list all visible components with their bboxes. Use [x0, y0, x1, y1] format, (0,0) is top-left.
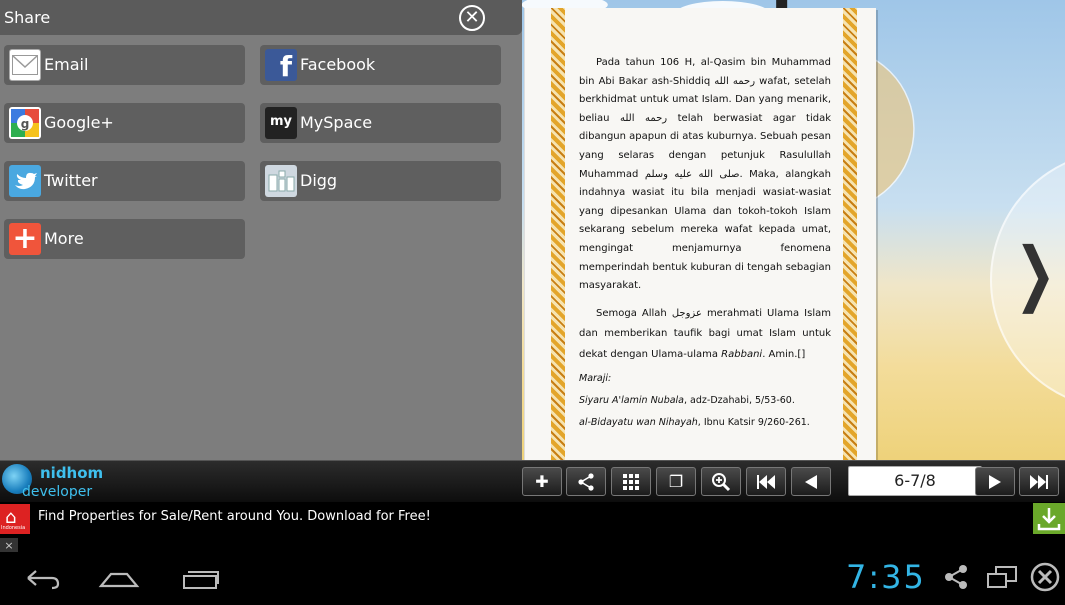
download-icon[interactable]: [1033, 503, 1065, 534]
share-google-plus-button[interactable]: g Google+: [4, 103, 245, 143]
share-title: Share: [4, 8, 51, 27]
first-page-button[interactable]: [746, 467, 786, 496]
brand-line-1: nidhom: [40, 464, 104, 482]
last-page-button[interactable]: [1019, 467, 1059, 496]
share-button[interactable]: [566, 467, 606, 496]
ad-banner[interactable]: ⌂ Indonesia Find Properties for Sale/Ren…: [0, 502, 1065, 554]
next-page-button[interactable]: [975, 467, 1015, 496]
share-icon: [578, 473, 594, 491]
svg-text:g: g: [21, 117, 30, 131]
zoom-in-icon: [712, 473, 731, 492]
chevron-right-icon: ❯: [1014, 232, 1056, 314]
share-myspace-label: MySpace: [300, 113, 373, 132]
share-twitter-label: Twitter: [44, 171, 98, 190]
share-google-plus-label: Google+: [44, 113, 114, 132]
twitter-icon: [9, 165, 41, 197]
close-icon[interactable]: ✕: [459, 5, 485, 31]
share-digg-label: Digg: [300, 171, 338, 190]
page-text: Pada tahun 106 H, al-Qasim bin Muhammad …: [579, 54, 831, 431]
share-icon[interactable]: [943, 564, 969, 590]
share-myspace-button[interactable]: my MySpace: [260, 103, 501, 143]
close-icon[interactable]: [1029, 561, 1061, 593]
clock: 7:35: [846, 558, 926, 596]
share-digg-button[interactable]: Digg: [260, 161, 501, 201]
share-email-label: Email: [44, 55, 89, 74]
paragraph-1: Pada tahun 106 H, al-Qasim bin Muhammad …: [579, 57, 832, 292]
digg-icon: [265, 165, 297, 197]
ad-icon-caption: Indonesia: [1, 525, 26, 531]
bookmark-add-button[interactable]: ✚: [522, 467, 562, 496]
share-twitter-button[interactable]: Twitter: [4, 161, 245, 201]
thumbnails-button[interactable]: [611, 467, 651, 496]
house-icon: ⌂ Indonesia: [0, 504, 30, 534]
book-page[interactable]: Pada tahun 106 H, al-Qasim bin Muhammad …: [524, 8, 876, 460]
view-mode-button[interactable]: ❐: [656, 467, 696, 496]
home-icon[interactable]: [97, 564, 141, 592]
share-panel: Share ✕ Email f Facebook g Google+ my My…: [0, 0, 522, 460]
brand-line-2: developer: [22, 484, 93, 500]
recent-apps-icon[interactable]: [178, 564, 222, 592]
plus-icon: +: [9, 223, 41, 255]
share-more-button[interactable]: + More: [4, 219, 245, 259]
paragraph-2: Semoga Allah عزوجل merahmati Ulama Islam…: [579, 307, 831, 360]
reference-1: Siyaru A'lamin Nubala, adz-Dzahabi, 5/53…: [579, 395, 795, 407]
back-icon[interactable]: [20, 564, 64, 592]
facebook-icon: f: [265, 49, 297, 83]
reference-2: al-Bidayatu wan Nihayah, Ibnu Katsir 9/2…: [579, 417, 810, 429]
page-left-ornament: [551, 8, 565, 460]
page-right-ornament: [843, 8, 857, 460]
references-title: Maraji:: [579, 373, 612, 385]
system-navigation-bar: 7:35: [0, 552, 1065, 605]
next-icon: [989, 475, 1001, 489]
prev-icon: [805, 475, 817, 489]
email-icon: [9, 49, 41, 81]
developer-logo: nidhom developer: [0, 462, 104, 502]
zoom-button[interactable]: [701, 467, 741, 496]
prev-page-button[interactable]: [791, 467, 831, 496]
reader-toolbar: nidhom developer ✚ ❐ 6-7/8: [0, 460, 1065, 502]
share-facebook-label: Facebook: [300, 55, 376, 74]
last-page-icon: [1030, 475, 1048, 489]
window-resize-icon[interactable]: [986, 564, 1018, 590]
ad-text[interactable]: Find Properties for Sale/Rent around You…: [38, 509, 431, 524]
share-email-button[interactable]: Email: [4, 45, 245, 85]
page-indicator[interactable]: 6-7/8: [848, 466, 982, 496]
share-more-label: More: [44, 229, 84, 248]
share-facebook-button[interactable]: f Facebook: [260, 45, 501, 85]
google-plus-icon: g: [9, 107, 41, 139]
myspace-icon: my: [265, 107, 297, 139]
grid-icon: [623, 474, 639, 490]
share-header: Share ✕: [0, 0, 522, 35]
pages-icon: ❐: [668, 472, 684, 491]
pin-icon: ✚: [535, 472, 549, 491]
first-page-icon: [757, 475, 775, 489]
